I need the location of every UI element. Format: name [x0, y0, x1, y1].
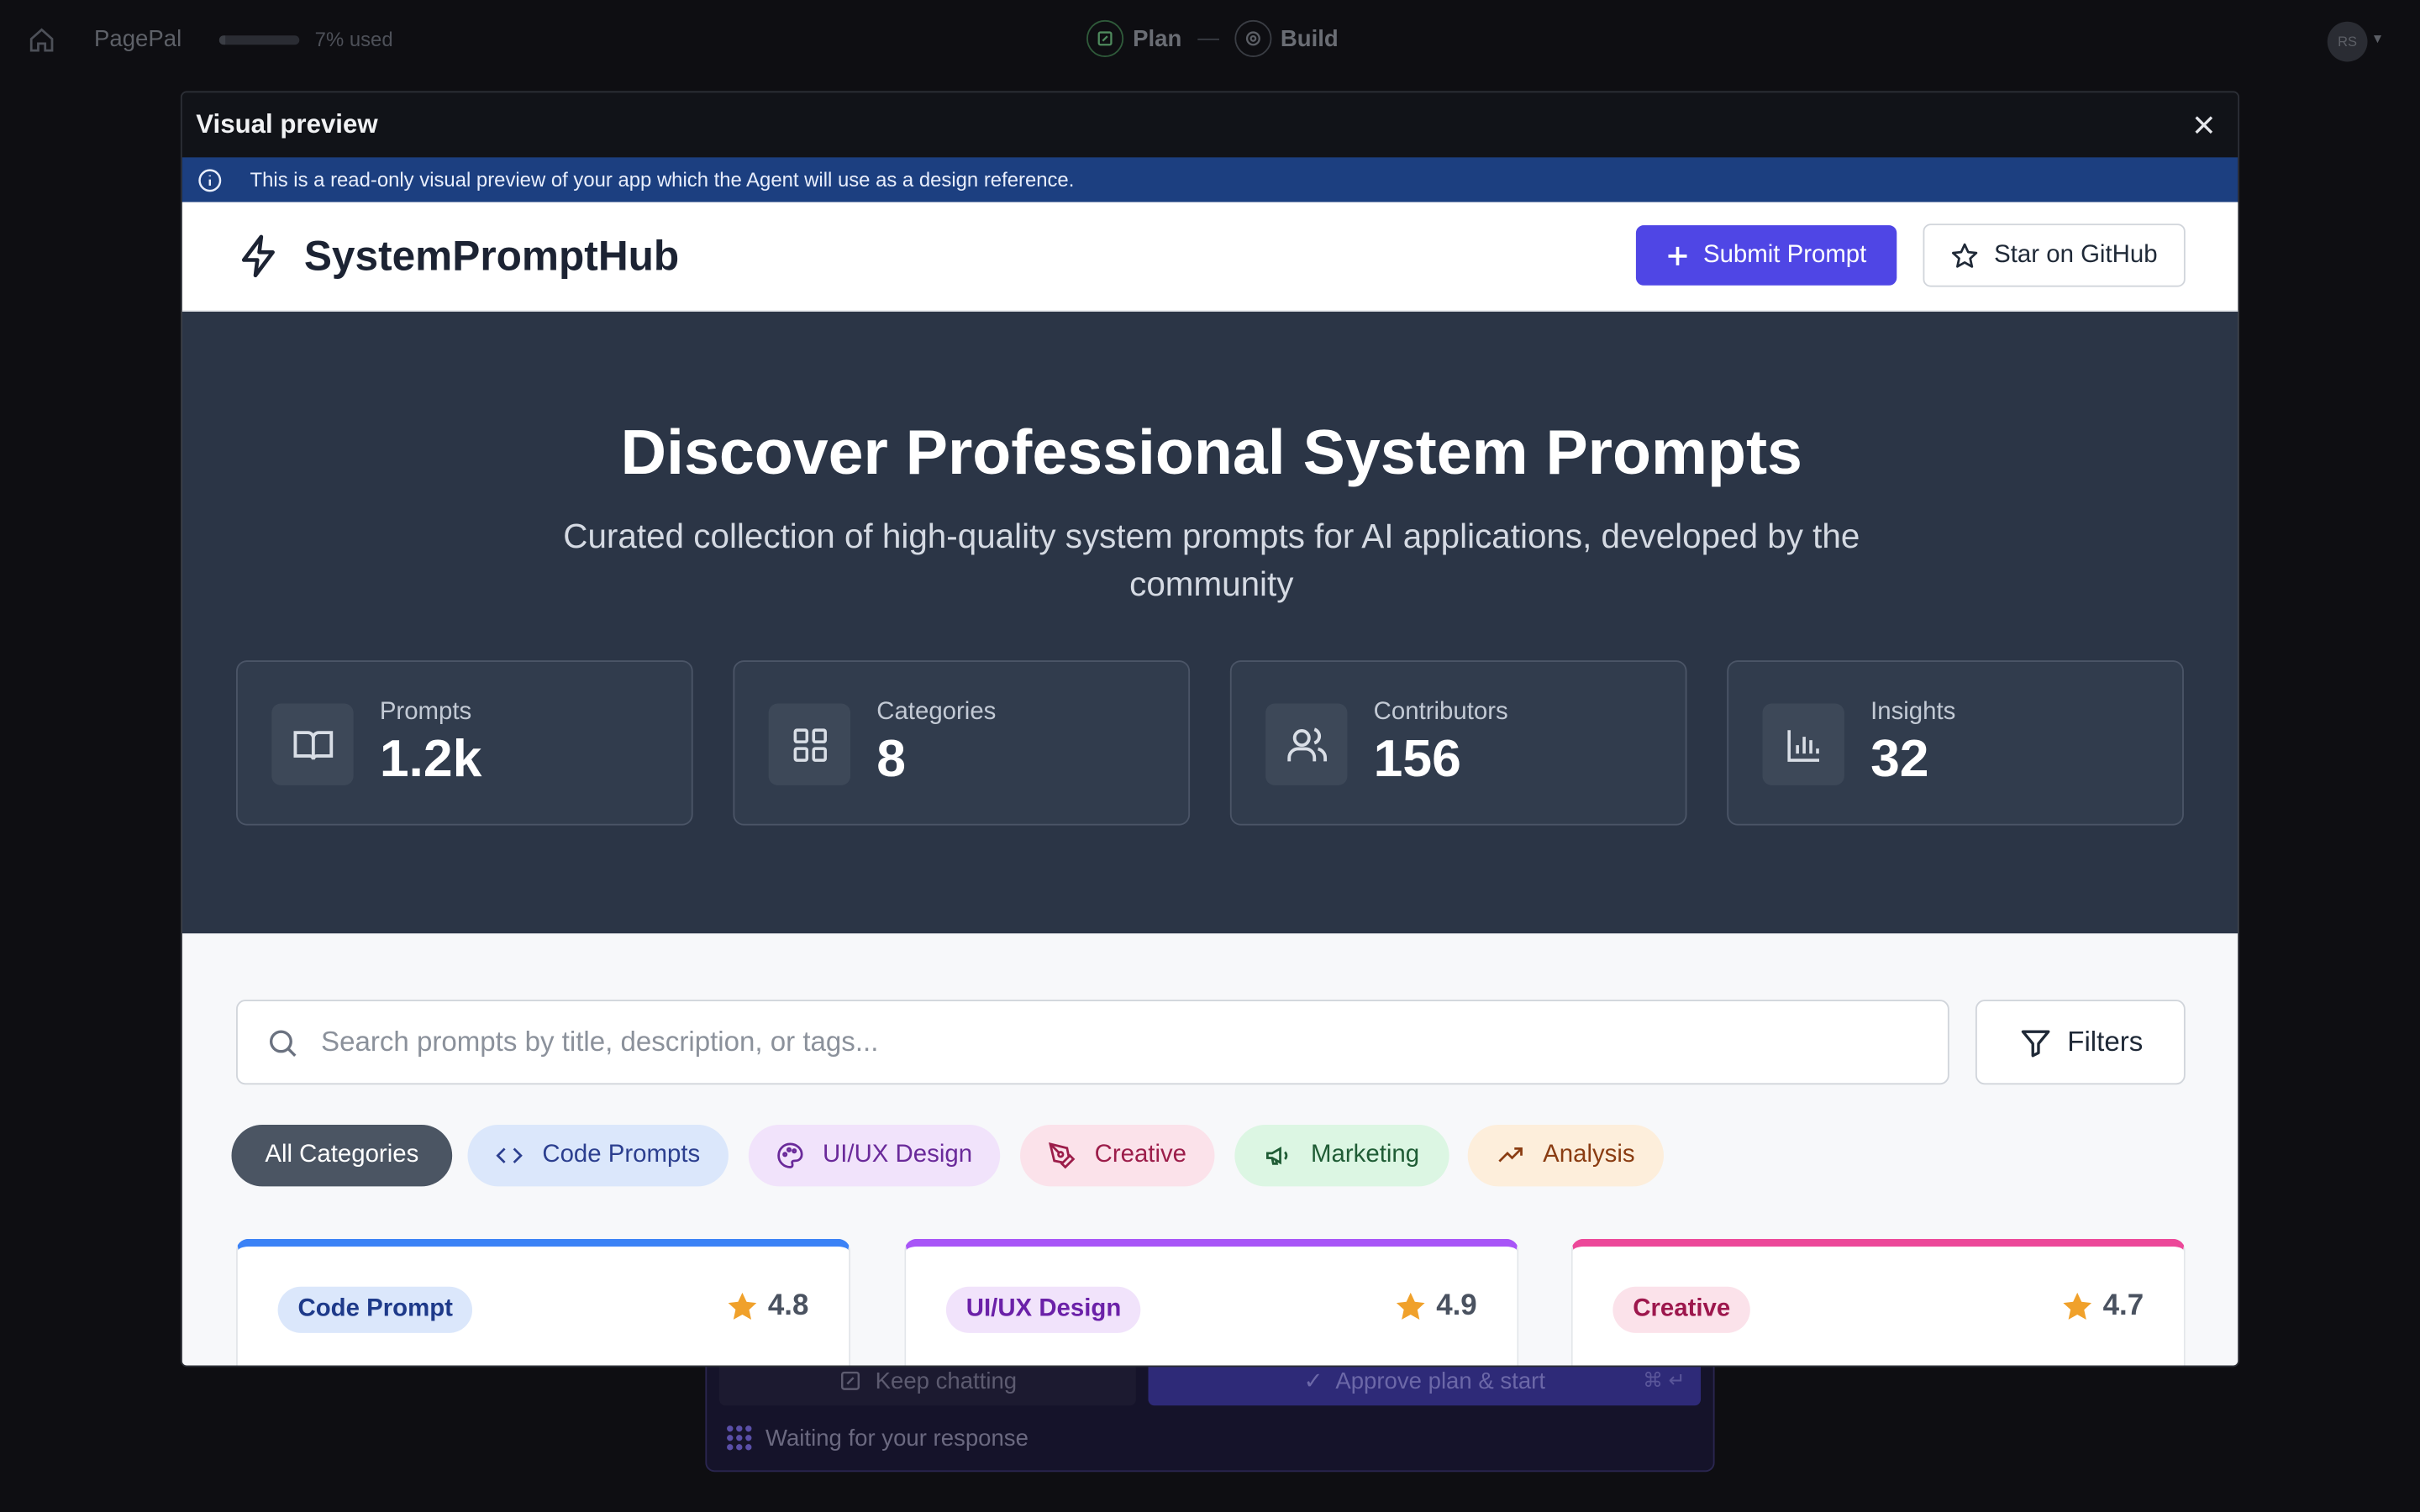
browse-section: Filters All Categories Code Prompts UI/U… — [182, 933, 2238, 1366]
card-category-tag: UI/UX Design — [945, 1286, 1142, 1333]
preview-viewport: SystemPromptHub Submit Prompt Star on Gi… — [182, 202, 2238, 1366]
category-chip-creative[interactable]: Creative — [1020, 1124, 1215, 1187]
filters-button[interactable]: Filters — [1975, 1000, 2186, 1085]
step-plan[interactable]: Plan — [1133, 25, 1181, 51]
gear-icon — [1234, 19, 1271, 57]
card-rating: 4.8 — [724, 1289, 808, 1323]
code-icon — [497, 1147, 523, 1163]
app-name[interactable]: PagePal — [94, 26, 182, 52]
prompt-card[interactable]: Code Prompt 4.8 — [236, 1238, 851, 1366]
bar-chart-icon — [1762, 703, 1844, 785]
rating-value: 4.9 — [1436, 1289, 1477, 1323]
star-outline-icon — [1952, 242, 1978, 267]
card-category-tag: Code Prompt — [277, 1286, 473, 1333]
rating-value: 4.7 — [2102, 1289, 2144, 1323]
hero-subtitle: Curated collection of high-quality syste… — [563, 517, 1860, 604]
megaphone-icon — [1266, 1147, 1288, 1165]
card-rating: 4.7 — [2060, 1289, 2144, 1323]
hero-section: Discover Professional System Prompts Cur… — [182, 312, 2238, 934]
filters-label: Filters — [2067, 1026, 2144, 1058]
hero-title: Discover Professional System Prompts — [620, 416, 1802, 488]
submit-prompt-label: Submit Prompt — [1702, 241, 1867, 268]
book-icon — [271, 703, 354, 785]
close-icon — [2195, 116, 2213, 134]
category-chip-all[interactable]: All Categories — [231, 1124, 453, 1187]
stat-value: 156 — [1373, 729, 1461, 789]
palette-icon — [777, 1142, 803, 1168]
stat-value: 8 — [876, 729, 906, 789]
star-on-github-label: Star on GitHub — [1994, 241, 2158, 268]
pen-icon — [1049, 1142, 1076, 1169]
usage-bar-fill — [218, 35, 225, 45]
grid-icon — [768, 703, 851, 785]
lightning-icon — [241, 234, 275, 278]
card-category-tag: Creative — [1612, 1286, 1751, 1333]
prompt-card[interactable]: UI/UX Design 4.9 — [904, 1238, 1519, 1366]
waiting-text: Waiting for your response — [765, 1425, 1028, 1452]
brand[interactable]: SystemPromptHub — [236, 232, 679, 281]
visual-preview-modal: Visual preview This is a read-only visua… — [180, 91, 2240, 1368]
star-filled-icon — [727, 1292, 756, 1320]
filter-icon — [2020, 1029, 2049, 1057]
stat-value: 32 — [1870, 729, 1929, 789]
search-icon — [269, 1029, 297, 1057]
stat-card-contributors: Contributors 156 — [1229, 660, 1687, 826]
prompt-card[interactable]: Creative 4.7 — [1570, 1238, 2186, 1366]
workflow-steps: Plan Build — [1086, 19, 1339, 57]
card-rating: 4.9 — [1393, 1289, 1477, 1323]
stat-card-prompts: Prompts 1.2k — [236, 660, 693, 826]
spinner-icon — [727, 1425, 752, 1451]
approve-label: Approve plan & start — [1335, 1368, 1545, 1394]
search-box — [236, 1000, 1949, 1085]
brand-name: SystemPromptHub — [303, 232, 680, 279]
submit-prompt-button[interactable]: Submit Prompt — [1635, 225, 1897, 286]
background-topbar: PagePal 7% used Plan Build RS ▾ — [0, 0, 2420, 81]
edit-icon — [841, 1371, 860, 1390]
chip-label: Marketing — [1311, 1142, 1420, 1168]
home-icon[interactable] — [28, 26, 55, 54]
star-on-github-button[interactable]: Star on GitHub — [1923, 223, 2186, 287]
category-chip-analysis[interactable]: Analysis — [1467, 1124, 1664, 1187]
users-icon — [1265, 703, 1348, 785]
info-icon — [198, 168, 222, 192]
edit-icon — [1086, 19, 1124, 57]
chip-label: Creative — [1094, 1142, 1187, 1168]
stat-label: Contributors — [1373, 699, 1508, 726]
category-chip-uiux[interactable]: UI/UX Design — [748, 1124, 1001, 1187]
stat-label: Categories — [876, 699, 997, 726]
app-header: SystemPromptHub Submit Prompt Star on Gi… — [182, 202, 2238, 312]
chip-label: Code Prompts — [542, 1142, 701, 1168]
star-filled-icon — [2062, 1292, 2091, 1320]
stat-label: Prompts — [379, 699, 472, 726]
notice-text: This is a read-only visual preview of yo… — [250, 168, 1075, 192]
keep-chatting-label: Keep chatting — [875, 1368, 1018, 1394]
chip-label: Analysis — [1543, 1142, 1635, 1168]
check-icon: ✓ — [1303, 1368, 1323, 1395]
rating-value: 4.8 — [767, 1289, 809, 1323]
plus-icon — [1667, 245, 1686, 265]
stat-card-insights: Insights 32 — [1727, 660, 2184, 826]
step-separator — [1197, 37, 1219, 39]
modal-title: Visual preview — [196, 109, 378, 139]
close-button[interactable] — [2188, 109, 2219, 140]
chevron-down-icon[interactable]: ▾ — [2374, 31, 2381, 48]
chip-label: All Categories — [265, 1142, 419, 1168]
modal-header: Visual preview — [182, 92, 2238, 157]
category-chip-code[interactable]: Code Prompts — [467, 1124, 729, 1187]
usage-bar — [218, 35, 300, 45]
step-build[interactable]: Build — [1281, 25, 1339, 51]
stat-card-categories: Categories 8 — [733, 660, 1191, 826]
approve-shortcut: ⌘ ↵ — [1643, 1368, 1686, 1392]
stat-label: Insights — [1870, 699, 1956, 726]
waiting-status: Waiting for your response — [725, 1424, 1028, 1452]
search-input[interactable] — [321, 1026, 1711, 1058]
chip-label: UI/UX Design — [823, 1142, 973, 1168]
trending-up-icon — [1497, 1147, 1523, 1163]
category-chip-marketing[interactable]: Marketing — [1234, 1124, 1449, 1187]
read-only-notice: This is a read-only visual preview of yo… — [182, 157, 2238, 202]
star-filled-icon — [1396, 1292, 1424, 1320]
usage-text: 7% used — [314, 28, 393, 51]
stat-value: 1.2k — [379, 729, 482, 789]
avatar[interactable]: RS — [2327, 21, 2368, 62]
